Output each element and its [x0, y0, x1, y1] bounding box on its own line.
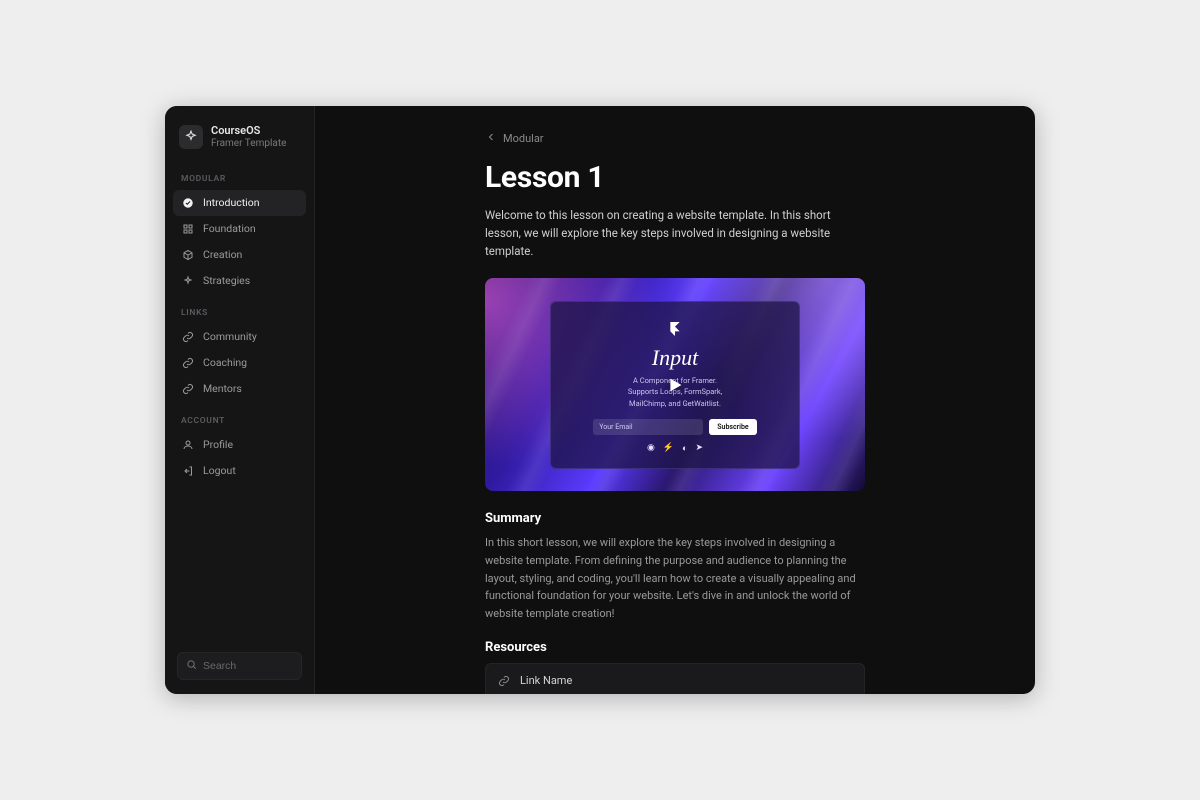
- resource-list: Link Name Link Name: [485, 663, 865, 694]
- brand[interactable]: CourseOS Framer Template: [173, 120, 306, 160]
- sidebar-item-creation[interactable]: Creation: [173, 242, 306, 268]
- sidebar-item-mentors[interactable]: Mentors: [173, 376, 306, 402]
- sidebar-item-label: Foundation: [203, 224, 256, 235]
- video-card-title: Input: [567, 345, 784, 371]
- brand-title: CourseOS: [211, 124, 286, 138]
- link-icon: [181, 356, 195, 370]
- brand-logo-icon: [179, 125, 203, 149]
- app-window: CourseOS Framer Template MODULAR Introdu…: [165, 106, 1035, 694]
- sidebar-item-strategies[interactable]: Strategies: [173, 268, 306, 294]
- sidebar-item-label: Community: [203, 332, 257, 343]
- check-circle-icon: [181, 196, 195, 210]
- sidebar-item-profile[interactable]: Profile: [173, 432, 306, 458]
- link-icon: [181, 330, 195, 344]
- section-label-links: LINKS: [173, 294, 306, 324]
- bolt-icon: ⚡: [663, 443, 674, 454]
- sidebar-item-label: Coaching: [203, 358, 247, 369]
- search-icon: [186, 659, 197, 673]
- video-icon-row: ◉ ⚡ ◐ ➤: [567, 443, 784, 454]
- sidebar-item-label: Introduction: [203, 198, 260, 209]
- video-player[interactable]: Input A Component for Framer. Supports L…: [485, 278, 865, 491]
- summary-body: In this short lesson, we will explore th…: [485, 534, 865, 640]
- page-title: Lesson 1: [485, 156, 865, 207]
- sidebar: CourseOS Framer Template MODULAR Introdu…: [165, 106, 315, 694]
- globe-icon: ◐: [682, 443, 687, 454]
- sidebar-item-logout[interactable]: Logout: [173, 458, 306, 484]
- circle-icon: ◉: [647, 443, 655, 454]
- breadcrumb[interactable]: Modular: [485, 131, 544, 156]
- brand-text: CourseOS Framer Template: [211, 124, 286, 150]
- search-input[interactable]: [203, 660, 293, 672]
- play-button[interactable]: [659, 369, 691, 401]
- sidebar-item-label: Logout: [203, 466, 236, 477]
- link-icon: [181, 382, 195, 396]
- resource-label: Link Name: [520, 674, 572, 687]
- grid-icon: [181, 222, 195, 236]
- search-box[interactable]: [177, 652, 302, 680]
- video-subscribe-button: Subscribe: [709, 419, 756, 435]
- arrow-left-icon: [485, 131, 497, 146]
- page-intro: Welcome to this lesson on creating a web…: [485, 207, 865, 278]
- main-content: Modular Lesson 1 Welcome to this lesson …: [315, 106, 1035, 694]
- video-email-field: Your Email: [593, 419, 703, 435]
- sidebar-item-coaching[interactable]: Coaching: [173, 350, 306, 376]
- logout-icon: [181, 464, 195, 478]
- sidebar-item-label: Profile: [203, 440, 233, 451]
- resource-link[interactable]: Link Name: [485, 663, 865, 694]
- breadcrumb-label: Modular: [503, 132, 544, 145]
- sidebar-item-label: Mentors: [203, 384, 242, 395]
- link-icon: [498, 675, 510, 687]
- sidebar-item-introduction[interactable]: Introduction: [173, 190, 306, 216]
- section-label-modular: MODULAR: [173, 160, 306, 190]
- sidebar-item-foundation[interactable]: Foundation: [173, 216, 306, 242]
- sidebar-item-label: Strategies: [203, 276, 250, 287]
- cube-icon: [181, 248, 195, 262]
- video-form-row: Your Email Subscribe: [567, 419, 784, 435]
- sidebar-item-community[interactable]: Community: [173, 324, 306, 350]
- summary-heading: Summary: [485, 511, 865, 534]
- send-icon: ➤: [695, 443, 703, 454]
- brand-subtitle: Framer Template: [211, 138, 286, 151]
- sparkle-icon: [181, 274, 195, 288]
- sidebar-item-label: Creation: [203, 250, 242, 261]
- user-icon: [181, 438, 195, 452]
- framer-icon: [567, 322, 784, 339]
- resources-heading: Resources: [485, 640, 865, 663]
- section-label-account: ACCOUNT: [173, 402, 306, 432]
